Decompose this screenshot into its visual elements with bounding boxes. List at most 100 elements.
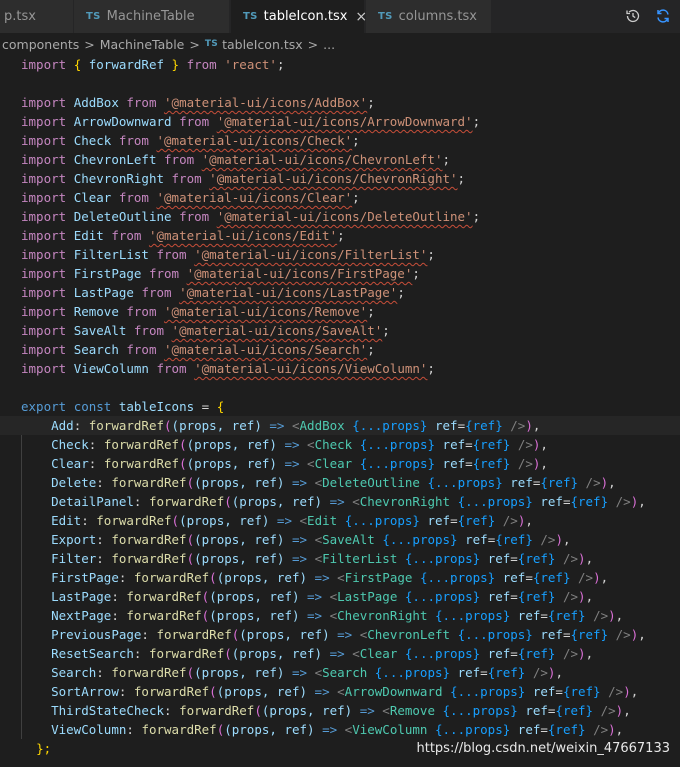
- code-token: =: [555, 684, 563, 699]
- code-token: =>: [314, 684, 330, 699]
- code-token: :: [111, 608, 119, 623]
- code-token: :: [133, 646, 142, 661]
- code-token: ,: [638, 627, 646, 642]
- code-token: ArrowDownward: [344, 684, 443, 699]
- code-token: =>: [291, 665, 308, 680]
- code-token: :: [164, 703, 172, 718]
- code-token: <: [307, 437, 315, 452]
- sync-icon[interactable]: [653, 6, 673, 26]
- code-token: forwardRef: [133, 570, 210, 585]
- code-token: ): [600, 475, 609, 490]
- code-token: =>: [322, 722, 338, 737]
- code-token: {...props}: [435, 722, 511, 737]
- tab-columns[interactable]: TS columns.tsx: [366, 0, 492, 33]
- code-token: FilterList: [73, 247, 149, 262]
- code-token: forwardRef: [111, 665, 187, 680]
- object-entry-line: NextPage: forwardRef((props, ref) => <Ch…: [0, 606, 680, 625]
- code-token: :: [88, 437, 97, 452]
- code-token: import: [21, 304, 67, 319]
- code-token: ref: [465, 532, 488, 547]
- code-token: import: [21, 171, 67, 186]
- code-token: ChevronRight: [359, 494, 451, 509]
- code-editor[interactable]: import { forwardRef } from 'react'; impo…: [0, 55, 680, 767]
- code-token: (: [209, 570, 217, 585]
- code-token: (: [179, 437, 187, 452]
- code-token: =>: [284, 437, 300, 452]
- code-token: :: [141, 627, 149, 642]
- code-token: :: [111, 589, 119, 604]
- code-token: ChevronLeft: [367, 627, 451, 642]
- code-token: from: [179, 209, 210, 224]
- code-line: export const tableIcons = {: [0, 397, 680, 416]
- import-line: import FirstPage from '@material-ui/icon…: [0, 264, 680, 283]
- code-token: =: [450, 513, 458, 528]
- code-token: '@material-ui/icons/ChevronRight': [209, 171, 458, 186]
- tab-machine-table[interactable]: TS MachineTable: [74, 0, 230, 33]
- code-token: />: [615, 494, 631, 509]
- code-token: (: [209, 684, 217, 699]
- code-token: (: [186, 551, 195, 566]
- code-token: <: [314, 551, 323, 566]
- breadcrumb-item-components[interactable]: components: [2, 37, 79, 52]
- breadcrumb-item-symbol[interactable]: ...: [323, 37, 335, 52]
- code-token: ref: [540, 627, 563, 642]
- code-token: (props, ref): [209, 608, 300, 623]
- code-token: ref: [442, 456, 466, 471]
- import-line: import Remove from '@material-ui/icons/R…: [0, 302, 680, 321]
- code-token: forwardRef: [111, 551, 187, 566]
- code-token: '@material-ui/icons/ArrowDownward': [216, 114, 473, 129]
- code-token: AddBox: [73, 95, 119, 110]
- code-token: ,: [585, 646, 594, 661]
- code-token: ref: [435, 418, 458, 433]
- code-token: ;: [412, 266, 420, 281]
- history-icon[interactable]: [623, 6, 643, 26]
- code-token: ViewColumn: [352, 722, 428, 737]
- code-token: ;: [472, 209, 481, 224]
- code-token: FirstPage: [73, 266, 142, 281]
- code-token: {ref}: [472, 456, 511, 471]
- tab-table-icon[interactable]: TS tableIcon.tsx ×: [231, 0, 367, 33]
- breadcrumb-item-file[interactable]: tableIcon.tsx: [222, 37, 303, 52]
- code-token: SaveAlt: [73, 323, 127, 338]
- code-token: :: [133, 494, 142, 509]
- code-token: :: [118, 570, 127, 585]
- code-token: export: [21, 399, 67, 414]
- import-line: import ChevronRight from '@material-ui/i…: [0, 169, 680, 188]
- code-token: from: [148, 266, 180, 281]
- code-token: <: [382, 703, 390, 718]
- code-token: forwardRef: [88, 418, 165, 433]
- code-token: =: [465, 456, 473, 471]
- chevron-right-icon: >: [84, 36, 95, 52]
- tab-app[interactable]: p.tsx: [0, 0, 74, 33]
- code-token: ViewColumn: [73, 361, 149, 376]
- code-token: ;: [352, 133, 360, 148]
- code-token: ): [525, 418, 533, 433]
- code-token: ThirdStateCheck: [51, 703, 164, 718]
- code-token: ,: [600, 570, 609, 585]
- code-token: '@material-ui/icons/LastPage': [179, 285, 398, 300]
- code-token: ,: [630, 684, 639, 699]
- code-token: =>: [359, 703, 375, 718]
- code-token: forwardRef: [126, 589, 202, 604]
- code-token: />: [502, 513, 518, 528]
- code-token: {ref}: [457, 513, 496, 528]
- object-entry-line: PreviousPage: forwardRef((props, ref) =>…: [0, 625, 680, 644]
- code-token: :: [73, 418, 82, 433]
- code-token: ,: [585, 589, 594, 604]
- code-token: />: [615, 627, 631, 642]
- code-token: ;: [427, 361, 435, 376]
- typescript-file-icon: TS: [243, 11, 258, 22]
- code-token: ,: [540, 437, 548, 452]
- code-token: ;: [367, 304, 375, 319]
- code-token: from: [118, 190, 149, 205]
- object-entry-line: Delete: forwardRef((props, ref) => <Dele…: [0, 473, 680, 492]
- breadcrumb-item-machinetable[interactable]: MachineTable: [100, 37, 185, 52]
- code-token: {...props}: [382, 532, 458, 547]
- code-token: Edit: [73, 228, 104, 243]
- typescript-file-icon: TS: [204, 39, 219, 49]
- code-token: :: [81, 513, 89, 528]
- code-token: {...props}: [442, 703, 518, 718]
- code-token: import: [21, 152, 67, 167]
- code-token: ref: [540, 494, 563, 509]
- code-token: ;: [382, 323, 390, 338]
